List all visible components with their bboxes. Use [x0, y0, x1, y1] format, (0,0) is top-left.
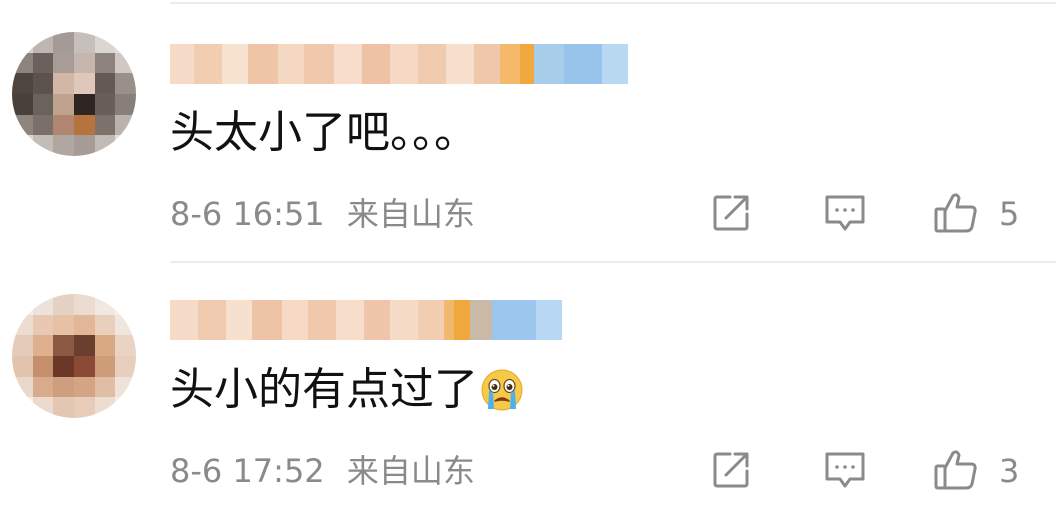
comment-location: 来自山东 — [346, 452, 475, 490]
like-button[interactable] — [933, 447, 979, 493]
share-button[interactable] — [708, 190, 754, 236]
like-button[interactable] — [933, 190, 979, 236]
reply-button[interactable] — [822, 447, 868, 493]
share-icon — [713, 195, 749, 231]
comment-icon — [825, 195, 865, 231]
avatar[interactable] — [12, 32, 136, 156]
share-button[interactable] — [708, 447, 754, 493]
comment-divider — [170, 261, 1056, 263]
share-icon — [713, 452, 749, 488]
top-divider — [170, 2, 1056, 4]
comment-location: 来自山东 — [346, 195, 475, 233]
comment-meta: 8-6 16:51 来自山东 — [170, 198, 475, 230]
crying-face-emoji-icon — [481, 369, 523, 411]
comment-time: 8-6 17:52 — [170, 452, 325, 490]
reply-button[interactable] — [822, 190, 868, 236]
thumbs-up-icon — [934, 450, 977, 490]
like-count: 3 — [999, 452, 1020, 490]
comment-text: 头太小了吧。。。 — [170, 107, 478, 158]
comment-time: 8-6 16:51 — [170, 195, 325, 233]
comment-meta: 8-6 17:52 来自山东 — [170, 455, 475, 487]
avatar[interactable] — [12, 294, 136, 418]
comment-text: 头小的有点过了 — [170, 368, 524, 412]
thumbs-up-icon — [934, 193, 977, 233]
comment-icon — [825, 452, 865, 488]
like-count: 5 — [999, 195, 1020, 233]
username[interactable] — [170, 300, 562, 340]
username[interactable] — [170, 44, 628, 84]
